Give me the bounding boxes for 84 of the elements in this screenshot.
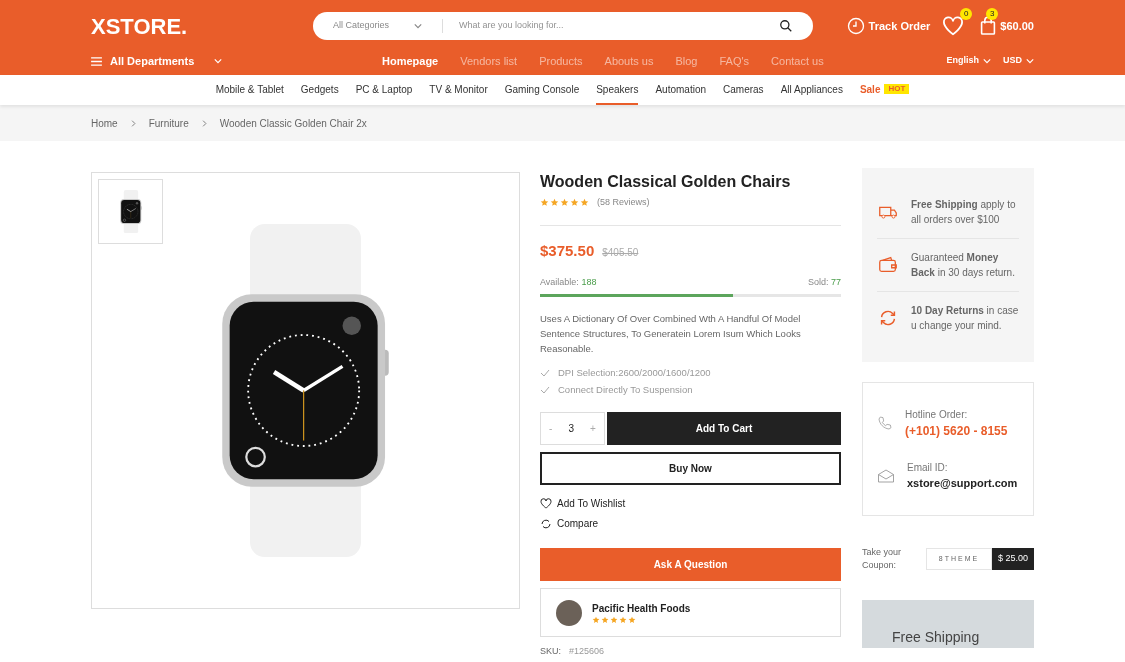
chevron-right-icon [200, 119, 208, 127]
store-logo[interactable]: XSTORE. [91, 9, 313, 43]
contact-label: Hotline Order: [905, 407, 969, 422]
feature-text: Connect Directly To Suspension [558, 382, 693, 397]
banner-title: Free Shipping [892, 628, 980, 646]
thumbnail[interactable] [98, 179, 163, 244]
smartwatch-drawing [118, 189, 143, 234]
nav-link[interactable]: Homepage [382, 52, 439, 70]
nav-link[interactable]: Products [539, 52, 583, 70]
sold-count: Sold: 77 [807, 276, 841, 289]
increase-button[interactable]: + [590, 421, 596, 436]
contact-value: (+101) 5620 - 8155 [905, 422, 1008, 440]
contact-value: xstore@support.com [907, 475, 1018, 491]
product-title: Wooden Classical Golden Chairs [540, 173, 792, 191]
star-icon [540, 198, 549, 208]
contact-label: Email ID: [907, 460, 949, 475]
chevron-down-icon [414, 22, 422, 30]
wishlist-count-badge: 0 [960, 8, 973, 20]
nav-link[interactable]: Blog [675, 52, 698, 70]
heart-icon [540, 498, 552, 509]
category-link[interactable]: Gedgets [300, 75, 339, 105]
search-bar[interactable]: All Categories What are you looking for... [313, 12, 813, 40]
shopping-bag-icon[interactable] [980, 16, 997, 36]
cart-count-badge: 3 [986, 8, 999, 20]
category-link[interactable]: Mobile & Tablet [215, 75, 284, 105]
sku-value: #125606 [569, 645, 605, 658]
breadcrumb-link[interactable]: Home [91, 115, 118, 131]
coupon-label: Take your Coupon: [862, 546, 903, 572]
heart-icon[interactable] [942, 16, 965, 36]
original-price: $405.50 [602, 245, 639, 260]
nav-link[interactable]: Abouts us [604, 52, 654, 70]
star-icon [550, 198, 559, 208]
reviews-count[interactable]: (58 Reviews) [597, 196, 650, 210]
feature-text: DPI Selection:2600/2000/1600/1200 [558, 365, 711, 380]
all-departments-menu[interactable]: All Departments [91, 52, 222, 70]
compare-link[interactable]: Compare [540, 516, 599, 531]
menu-icon [91, 56, 102, 66]
category-link[interactable]: Sale HOT [859, 75, 910, 105]
star-icon [580, 198, 589, 208]
category-link[interactable]: Gaming Console [504, 75, 580, 105]
add-to-cart-button[interactable]: Add To Cart [607, 412, 841, 445]
product-description: Uses A Dictionary Of Over Combined Wth A Handful Of Model Sentence Structures, To Generatein Lorem Isum Which Looks Reasonable. [540, 311, 802, 356]
nav-link[interactable]: FAQ's [719, 52, 750, 70]
seller-avatar [556, 599, 582, 626]
coupon-amount: $ 25.00 [991, 548, 1034, 570]
service-text: 10 Day Returns in case u change your mind. [911, 304, 1019, 333]
sale-price: $375.50 [540, 240, 595, 261]
category-link[interactable]: TV & Monitor [429, 75, 488, 105]
clock-icon [846, 17, 865, 35]
category-link[interactable]: All Appliances [780, 75, 843, 105]
sku-label: SKU: [540, 645, 561, 658]
nav-link[interactable]: Vendors list [460, 52, 518, 70]
buy-now-button[interactable]: Buy Now [540, 452, 841, 485]
category-link[interactable]: Cameras [723, 75, 764, 105]
service-text: Free Shipping apply to all orders over $100 [911, 198, 1017, 227]
seller-name: Pacific Health Foods [592, 602, 691, 616]
ask-question-button[interactable]: Ask A Question [540, 548, 841, 581]
cart-total[interactable]: $60.00 [1000, 17, 1034, 35]
language-select[interactable]: English [946, 54, 991, 68]
quantity-value: 3 [568, 422, 574, 436]
hot-badge: HOT [884, 84, 910, 94]
category-link[interactable]: PC & Laptop [355, 75, 413, 105]
star-icon [560, 198, 569, 208]
available-stock: Available: 188 [540, 276, 597, 289]
currency-select[interactable]: USD [1003, 54, 1034, 68]
chevron-right-icon [129, 119, 137, 127]
wishlist-link[interactable]: Add To Wishlist [540, 496, 626, 511]
refresh-icon [540, 517, 552, 530]
chevron-down-icon [983, 57, 991, 65]
envelope-icon [877, 467, 895, 484]
phone-icon [877, 415, 893, 432]
nav-link[interactable]: Contact us [771, 52, 824, 70]
decrease-button[interactable]: - [549, 421, 553, 436]
breadcrumb-link[interactable]: Furniture [148, 115, 189, 131]
star-icon [570, 198, 579, 208]
chevron-down-icon [214, 57, 222, 65]
track-order-link[interactable]: Track Order [846, 17, 931, 35]
chevron-down-icon [1026, 57, 1034, 65]
breadcrumb-link[interactable]: Wooden Classic Golden Chair 2x [219, 115, 367, 131]
seller-card[interactable]: Pacific Health Foods [540, 588, 841, 637]
category-select[interactable]: All Categories [333, 19, 443, 33]
search-icon[interactable] [779, 19, 793, 33]
category-link[interactable]: Automation [655, 75, 707, 105]
service-text: Guaranteed Money Back in 30 days return. [911, 251, 1016, 280]
